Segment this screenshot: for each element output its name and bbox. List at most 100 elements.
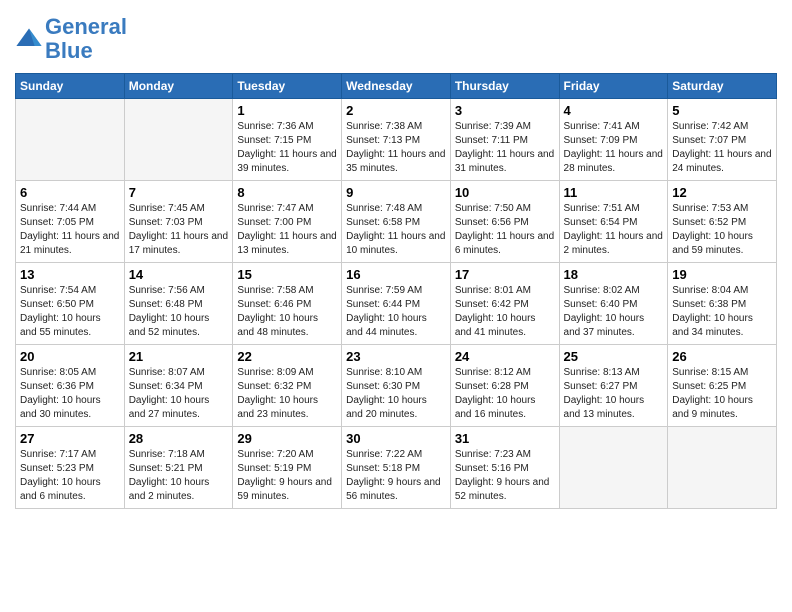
day-info: Sunrise: 7:22 AM Sunset: 5:18 PM Dayligh… (346, 448, 446, 504)
calendar-cell: 20 Sunrise: 8:05 AM Sunset: 6:36 PM Dayli… (16, 345, 125, 427)
calendar-week-0: 1 Sunrise: 7:36 AM Sunset: 7:15 PM Daylig… (16, 99, 777, 181)
calendar-cell: 7 Sunrise: 7:45 AM Sunset: 7:03 PM Daylig… (124, 181, 233, 263)
calendar-table: SundayMondayTuesdayWednesdayThursdayFrid… (15, 73, 777, 509)
day-number: 23 (346, 349, 446, 364)
day-info: Sunrise: 8:10 AM Sunset: 6:30 PM Dayligh… (346, 366, 446, 422)
day-info: Sunrise: 7:53 AM Sunset: 6:52 PM Dayligh… (672, 202, 772, 258)
day-info: Sunrise: 8:01 AM Sunset: 6:42 PM Dayligh… (455, 284, 555, 340)
weekday-header-monday: Monday (124, 74, 233, 99)
logo-text: General Blue (45, 15, 127, 63)
logo-icon (15, 25, 43, 53)
calendar-cell: 9Sunrise: 7:48 AM Sunset: 6:58 PM Daylig… (342, 181, 451, 263)
calendar-cell: 10Sunrise: 7:50 AM Sunset: 6:56 PM Dayli… (450, 181, 559, 263)
calendar-cell: 15 Sunrise: 7:58 AM Sunset: 6:46 PM Dayli… (233, 263, 342, 345)
day-info: Sunrise: 7:18 AM Sunset: 5:21 PM Dayligh… (129, 448, 229, 504)
day-info: Sunrise: 8:09 AM Sunset: 6:32 PM Dayligh… (237, 366, 337, 422)
day-info: Sunrise: 7:38 AM Sunset: 7:13 PM Dayligh… (346, 120, 446, 176)
calendar-cell (668, 427, 777, 509)
calendar-cell (16, 99, 125, 181)
calendar-cell: 25 Sunrise: 8:13 AM Sunset: 6:27 PM Dayli… (559, 345, 668, 427)
day-number: 25 (564, 349, 664, 364)
day-info: Sunrise: 7:23 AM Sunset: 5:16 PM Dayligh… (455, 448, 555, 504)
day-number: 13 (20, 267, 120, 282)
calendar-cell: 23 Sunrise: 8:10 AM Sunset: 6:30 PM Dayli… (342, 345, 451, 427)
day-info: Sunrise: 7:47 AM Sunset: 7:00 PM Dayligh… (237, 202, 337, 258)
calendar-cell: 22 Sunrise: 8:09 AM Sunset: 6:32 PM Dayli… (233, 345, 342, 427)
weekday-header-row: SundayMondayTuesdayWednesdayThursdayFrid… (16, 74, 777, 99)
day-info: Sunrise: 7:42 AM Sunset: 7:07 PM Dayligh… (672, 120, 772, 176)
calendar-cell: 5 Sunrise: 7:42 AM Sunset: 7:07 PM Daylig… (668, 99, 777, 181)
header: General Blue (15, 15, 777, 63)
calendar-cell: 17Sunrise: 8:01 AM Sunset: 6:42 PM Dayli… (450, 263, 559, 345)
calendar-cell: 18Sunrise: 8:02 AM Sunset: 6:40 PM Dayli… (559, 263, 668, 345)
calendar-cell: 13 Sunrise: 7:54 AM Sunset: 6:50 PM Dayli… (16, 263, 125, 345)
day-info: Sunrise: 7:44 AM Sunset: 7:05 PM Dayligh… (20, 202, 120, 258)
calendar-cell: 8 Sunrise: 7:47 AM Sunset: 7:00 PM Daylig… (233, 181, 342, 263)
calendar-cell: 4Sunrise: 7:41 AM Sunset: 7:09 PM Daylig… (559, 99, 668, 181)
calendar-cell: 12 Sunrise: 7:53 AM Sunset: 6:52 PM Dayli… (668, 181, 777, 263)
day-number: 19 (672, 267, 772, 282)
day-number: 15 (237, 267, 337, 282)
calendar-cell (559, 427, 668, 509)
day-info: Sunrise: 7:20 AM Sunset: 5:19 PM Dayligh… (237, 448, 337, 504)
day-info: Sunrise: 8:15 AM Sunset: 6:25 PM Dayligh… (672, 366, 772, 422)
day-info: Sunrise: 7:58 AM Sunset: 6:46 PM Dayligh… (237, 284, 337, 340)
calendar-cell: 21 Sunrise: 8:07 AM Sunset: 6:34 PM Dayli… (124, 345, 233, 427)
day-info: Sunrise: 7:56 AM Sunset: 6:48 PM Dayligh… (129, 284, 229, 340)
day-number: 30 (346, 431, 446, 446)
day-number: 29 (237, 431, 337, 446)
day-info: Sunrise: 7:51 AM Sunset: 6:54 PM Dayligh… (564, 202, 664, 258)
day-number: 21 (129, 349, 229, 364)
calendar-cell (124, 99, 233, 181)
day-number: 12 (672, 185, 772, 200)
calendar-cell: 1 Sunrise: 7:36 AM Sunset: 7:15 PM Daylig… (233, 99, 342, 181)
day-number: 3 (455, 103, 555, 118)
day-number: 1 (237, 103, 337, 118)
day-info: Sunrise: 7:50 AM Sunset: 6:56 PM Dayligh… (455, 202, 555, 258)
calendar-week-3: 20 Sunrise: 8:05 AM Sunset: 6:36 PM Dayli… (16, 345, 777, 427)
day-info: Sunrise: 7:17 AM Sunset: 5:23 PM Dayligh… (20, 448, 120, 504)
day-info: Sunrise: 8:12 AM Sunset: 6:28 PM Dayligh… (455, 366, 555, 422)
calendar-cell: 2Sunrise: 7:38 AM Sunset: 7:13 PM Daylig… (342, 99, 451, 181)
calendar-cell: 31 Sunrise: 7:23 AM Sunset: 5:16 PM Dayli… (450, 427, 559, 509)
calendar-cell: 14 Sunrise: 7:56 AM Sunset: 6:48 PM Dayli… (124, 263, 233, 345)
logo: General Blue (15, 15, 127, 63)
day-number: 7 (129, 185, 229, 200)
day-info: Sunrise: 8:07 AM Sunset: 6:34 PM Dayligh… (129, 366, 229, 422)
day-info: Sunrise: 7:59 AM Sunset: 6:44 PM Dayligh… (346, 284, 446, 340)
day-info: Sunrise: 7:39 AM Sunset: 7:11 PM Dayligh… (455, 120, 555, 176)
weekday-header-tuesday: Tuesday (233, 74, 342, 99)
weekday-header-saturday: Saturday (668, 74, 777, 99)
day-number: 14 (129, 267, 229, 282)
day-number: 9 (346, 185, 446, 200)
calendar-cell: 26Sunrise: 8:15 AM Sunset: 6:25 PM Dayli… (668, 345, 777, 427)
calendar-cell: 27 Sunrise: 7:17 AM Sunset: 5:23 PM Dayli… (16, 427, 125, 509)
day-number: 22 (237, 349, 337, 364)
calendar-week-1: 6Sunrise: 7:44 AM Sunset: 7:05 PM Daylig… (16, 181, 777, 263)
day-number: 5 (672, 103, 772, 118)
calendar-cell: 24 Sunrise: 8:12 AM Sunset: 6:28 PM Dayli… (450, 345, 559, 427)
day-info: Sunrise: 7:54 AM Sunset: 6:50 PM Dayligh… (20, 284, 120, 340)
day-info: Sunrise: 8:04 AM Sunset: 6:38 PM Dayligh… (672, 284, 772, 340)
day-info: Sunrise: 7:45 AM Sunset: 7:03 PM Dayligh… (129, 202, 229, 258)
day-info: Sunrise: 8:05 AM Sunset: 6:36 PM Dayligh… (20, 366, 120, 422)
day-info: Sunrise: 8:13 AM Sunset: 6:27 PM Dayligh… (564, 366, 664, 422)
day-number: 27 (20, 431, 120, 446)
day-info: Sunrise: 8:02 AM Sunset: 6:40 PM Dayligh… (564, 284, 664, 340)
day-number: 11 (564, 185, 664, 200)
calendar-cell: 16Sunrise: 7:59 AM Sunset: 6:44 PM Dayli… (342, 263, 451, 345)
weekday-header-wednesday: Wednesday (342, 74, 451, 99)
day-number: 24 (455, 349, 555, 364)
calendar-week-2: 13 Sunrise: 7:54 AM Sunset: 6:50 PM Dayli… (16, 263, 777, 345)
weekday-header-sunday: Sunday (16, 74, 125, 99)
day-info: Sunrise: 7:36 AM Sunset: 7:15 PM Dayligh… (237, 120, 337, 176)
day-number: 8 (237, 185, 337, 200)
calendar-cell: 11 Sunrise: 7:51 AM Sunset: 6:54 PM Dayli… (559, 181, 668, 263)
calendar-cell: 3 Sunrise: 7:39 AM Sunset: 7:11 PM Daylig… (450, 99, 559, 181)
calendar-cell: 29 Sunrise: 7:20 AM Sunset: 5:19 PM Dayli… (233, 427, 342, 509)
day-number: 4 (564, 103, 664, 118)
day-number: 20 (20, 349, 120, 364)
page-container: General Blue SundayMondayTuesdayWednesda… (0, 0, 792, 519)
day-number: 31 (455, 431, 555, 446)
weekday-header-thursday: Thursday (450, 74, 559, 99)
